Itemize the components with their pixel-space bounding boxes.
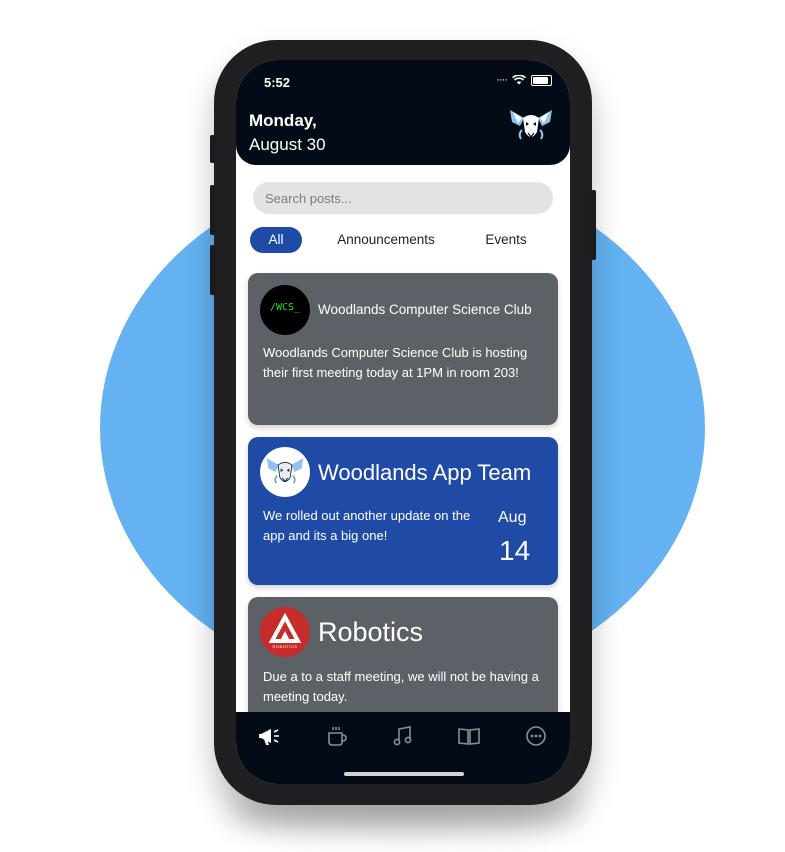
home-indicator[interactable]	[344, 772, 464, 776]
power-button	[591, 190, 596, 260]
post-body: Woodlands Computer Science Club is hosti…	[263, 345, 528, 380]
post-club-name: Woodlands Computer Science Club	[318, 302, 532, 317]
post-card[interactable]: Woodlands App Team We rolled out another…	[248, 437, 558, 585]
megaphone-icon[interactable]	[257, 722, 285, 750]
app-team-avatar	[260, 447, 310, 497]
battery-icon	[531, 74, 552, 86]
post-card[interactable]: /WCS_ Woodlands Computer Science Club Wo…	[248, 273, 558, 425]
robotics-avatar: ROBOTICS	[260, 607, 310, 657]
volume-up-button	[210, 185, 215, 235]
school-logo-icon	[266, 458, 304, 484]
book-icon[interactable]	[455, 722, 483, 750]
more-icon[interactable]	[522, 722, 550, 750]
search-input[interactable]	[253, 182, 553, 214]
status-icons: ····	[496, 74, 552, 86]
signal-icon: ····	[496, 74, 508, 86]
wifi-icon	[512, 75, 526, 85]
tab-events[interactable]: Events	[476, 227, 536, 253]
wcs-logo-text: /WCS_	[269, 302, 301, 313]
music-icon[interactable]	[389, 722, 417, 750]
header: 5:52 ···· Monday, August 30	[236, 60, 570, 165]
post-body: Due a to a staff meeting, we will not be…	[263, 669, 539, 704]
header-date: August 30	[249, 135, 326, 154]
post-club-name: Robotics	[318, 617, 424, 647]
app-screen: 5:52 ···· Monday, August 30 All Anno	[236, 60, 570, 784]
notch	[310, 60, 496, 88]
robotics-logo-text: ROBOTICS	[272, 644, 298, 649]
post-club-name: Woodlands App Team	[318, 460, 532, 485]
header-day: Monday,	[249, 111, 317, 130]
mute-switch	[210, 135, 215, 163]
status-time: 5:52	[264, 75, 291, 90]
post-date-day: 14	[499, 535, 531, 566]
post-body: We rolled out another update on the app …	[263, 508, 471, 543]
coffee-icon[interactable]	[323, 722, 351, 750]
wcs-avatar: /WCS_	[260, 285, 310, 335]
robotics-logo-icon	[268, 612, 302, 643]
tab-all[interactable]: All	[250, 227, 302, 253]
volume-down-button	[210, 245, 215, 295]
tab-announcements[interactable]: Announcements	[324, 227, 448, 253]
school-logo-icon	[510, 110, 552, 140]
post-date-month: Aug	[498, 509, 527, 526]
